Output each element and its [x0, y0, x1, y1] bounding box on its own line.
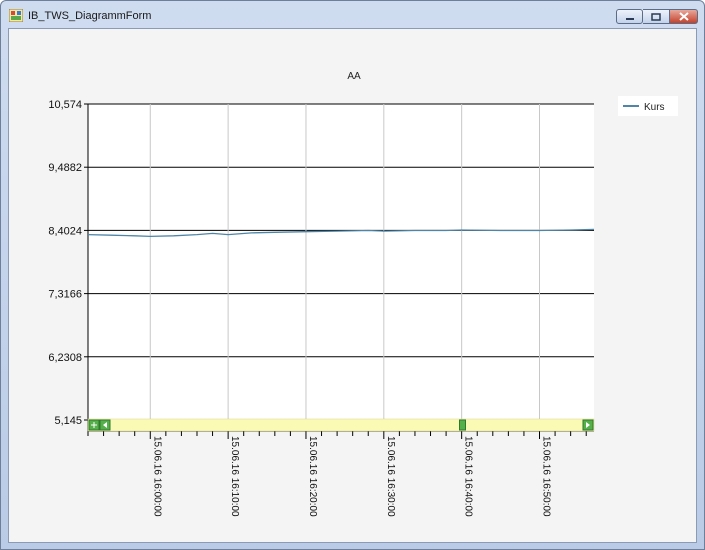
- app-window-icon: [9, 9, 23, 22]
- x-tick-label: 15.06.16 16:50:00: [541, 436, 552, 517]
- y-tick-label: 5,145: [54, 415, 82, 427]
- y-tick-label: 7,3166: [48, 289, 82, 301]
- y-tick-label: 6,2308: [48, 352, 82, 364]
- scrollbar-track[interactable]: [87, 418, 595, 432]
- minimize-icon: [625, 17, 634, 20]
- x-tick-label: 15.06.16 16:30:00: [385, 436, 396, 517]
- minimize-button[interactable]: [616, 9, 643, 24]
- y-tick-label: 8,4024: [48, 225, 82, 237]
- scroll-left-button[interactable]: [99, 419, 111, 431]
- scrollbar-thumb[interactable]: [459, 419, 466, 431]
- x-tick-label: 15.06.16 16:20:00: [307, 436, 318, 517]
- x-tick-label: 15.06.16 16:00:00: [151, 436, 162, 517]
- horizontal-scrollbar[interactable]: [87, 418, 595, 432]
- close-icon: [678, 12, 689, 21]
- legend-label: Kurs: [644, 102, 665, 113]
- plot-area: [88, 104, 594, 420]
- scroll-zoom-reset-button[interactable]: [88, 419, 100, 431]
- chart: AA 10,574 9,4882 8,4024 7,3166 6,2308 5,145 1…: [48, 71, 678, 517]
- legend: Kurs: [618, 96, 678, 116]
- x-tick-label: 15.06.16 16:10:00: [229, 436, 240, 517]
- chart-title: AA: [347, 71, 361, 82]
- y-tick-label: 10,574: [48, 99, 82, 111]
- scroll-right-button[interactable]: [582, 419, 594, 431]
- title-bar[interactable]: IB_TWS_DiagrammForm: [1, 1, 704, 31]
- window-title: IB_TWS_DiagrammForm: [28, 10, 152, 22]
- chart-area: AA 10,574 9,4882 8,4024 7,3166 6,2308 5,145 1…: [8, 28, 697, 543]
- y-tick-label: 9,4882: [48, 162, 82, 174]
- close-button[interactable]: [670, 9, 698, 24]
- maximize-icon: [651, 12, 661, 21]
- maximize-button[interactable]: [643, 9, 670, 24]
- x-tick-label: 15.06.16 16:40:00: [463, 436, 474, 517]
- app-window: IB_TWS_DiagrammForm AA 10,574 9,4882 8,402…: [0, 0, 705, 550]
